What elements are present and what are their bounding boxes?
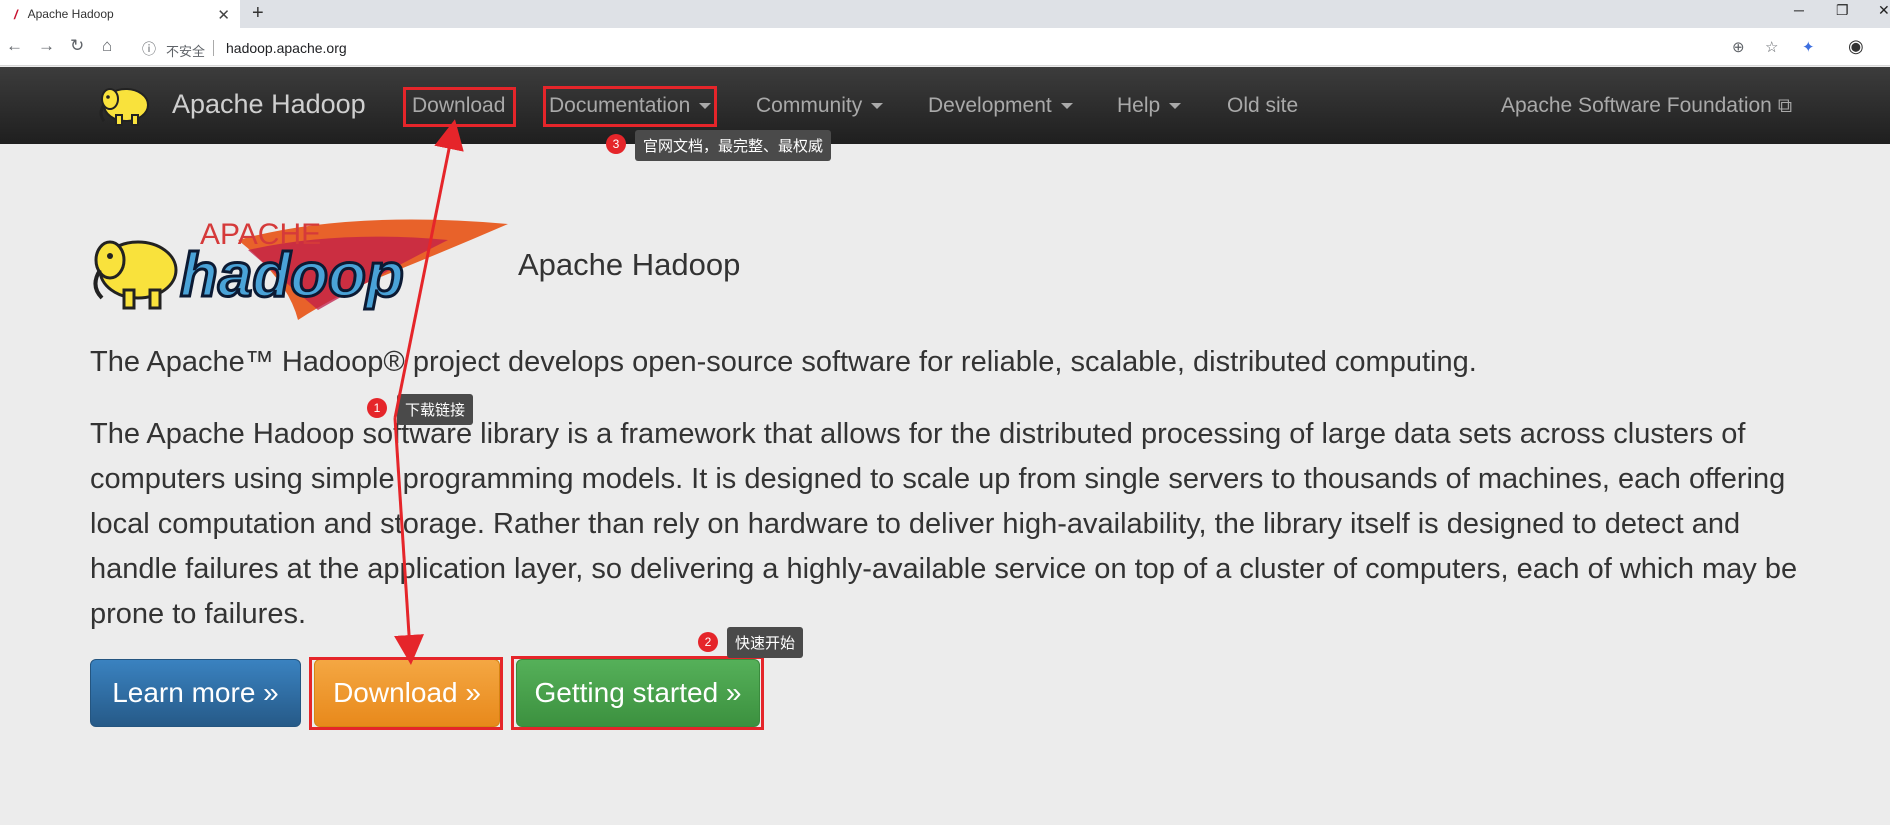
nav-development[interactable]: Development <box>928 94 1073 118</box>
restore-icon[interactable]: ❐ <box>1836 2 1849 19</box>
hero-lead: The Apache™ Hadoop® project develops ope… <box>90 346 1477 378</box>
security-label[interactable]: 不安全 <box>166 41 205 60</box>
minimize-icon[interactable]: ─ <box>1794 2 1804 18</box>
hadoop-feather-icon: / <box>14 6 18 22</box>
annotation-box-nav-download <box>403 87 516 127</box>
external-link-icon: ⧉ <box>1777 95 1793 117</box>
url-separator <box>213 40 214 56</box>
annotation-tooltip-2: 快速开始 <box>727 627 804 658</box>
hero-title: Apache Hadoop <box>518 247 741 282</box>
annotation-box-download-button <box>309 657 503 730</box>
nav-old-site-label: Old site <box>1227 94 1299 117</box>
annotation-box-nav-documentation <box>543 86 717 127</box>
annotation-tooltip-1: 下载链接 <box>397 394 474 425</box>
navbar-brand[interactable]: Apache Hadoop <box>172 89 366 120</box>
info-icon[interactable]: ⓘ <box>142 39 156 59</box>
url-input[interactable]: hadoop.apache.org <box>226 40 347 56</box>
zoom-icon[interactable]: ⊕ <box>1732 38 1745 56</box>
nav-asf[interactable]: Apache Software Foundation ⧉ <box>1501 94 1792 118</box>
tab-close-icon[interactable]: ✕ <box>217 6 230 24</box>
apache-hadoop-logo: APACHE hadoop <box>93 218 508 320</box>
profile-avatar-icon[interactable]: ◉ <box>1848 36 1864 57</box>
nav-old-site[interactable]: Old site <box>1227 94 1298 118</box>
annotation-tooltip-3: 官网文档，最完整、最权威 <box>635 130 832 161</box>
annotation-box-getting-started-button <box>511 656 764 730</box>
hero-paragraph: The Apache Hadoop software library is a … <box>90 418 1798 630</box>
window-close-icon[interactable]: ✕ <box>1878 2 1890 19</box>
nav-community[interactable]: Community <box>756 94 884 118</box>
back-icon[interactable]: ← <box>6 36 23 56</box>
nav-asf-label: Apache Software Foundation <box>1501 94 1772 117</box>
browser-tab-bar: / Apache Hadoop ✕ + ─ ❐ ✕ <box>0 0 1890 28</box>
nav-community-label: Community <box>756 94 863 117</box>
new-tab-button[interactable]: + <box>252 2 264 25</box>
annotation-number-2: 2 <box>698 632 718 652</box>
caret-down-icon <box>1169 103 1182 110</box>
reload-icon[interactable]: ↻ <box>70 36 84 56</box>
extension-icon[interactable]: ✦ <box>1802 38 1815 56</box>
tab-title: Apache Hadoop <box>27 7 114 21</box>
nav-help-label: Help <box>1117 94 1161 117</box>
bookmark-star-icon[interactable]: ☆ <box>1765 38 1778 56</box>
hadoop-elephant-icon[interactable] <box>96 79 156 127</box>
forward-icon[interactable]: → <box>38 36 55 56</box>
nav-help[interactable]: Help <box>1117 94 1182 118</box>
logo-text-hadoop: hadoop <box>180 241 404 310</box>
learn-more-button[interactable]: Learn more » <box>90 659 301 727</box>
address-bar: ← → ↻ ⌂ ⓘ 不安全 hadoop.apache.org ⊕ ☆ ✦ ◉ <box>0 28 1890 66</box>
browser-tab[interactable]: / Apache Hadoop ✕ <box>0 0 240 28</box>
site-navbar: Apache Hadoop Download Documentation Com… <box>0 67 1890 144</box>
caret-down-icon <box>1060 103 1073 110</box>
nav-development-label: Development <box>928 94 1052 117</box>
caret-down-icon <box>871 103 884 110</box>
annotation-number-3: 3 <box>606 134 626 154</box>
annotation-number-1: 1 <box>367 398 387 418</box>
home-icon[interactable]: ⌂ <box>102 36 112 56</box>
